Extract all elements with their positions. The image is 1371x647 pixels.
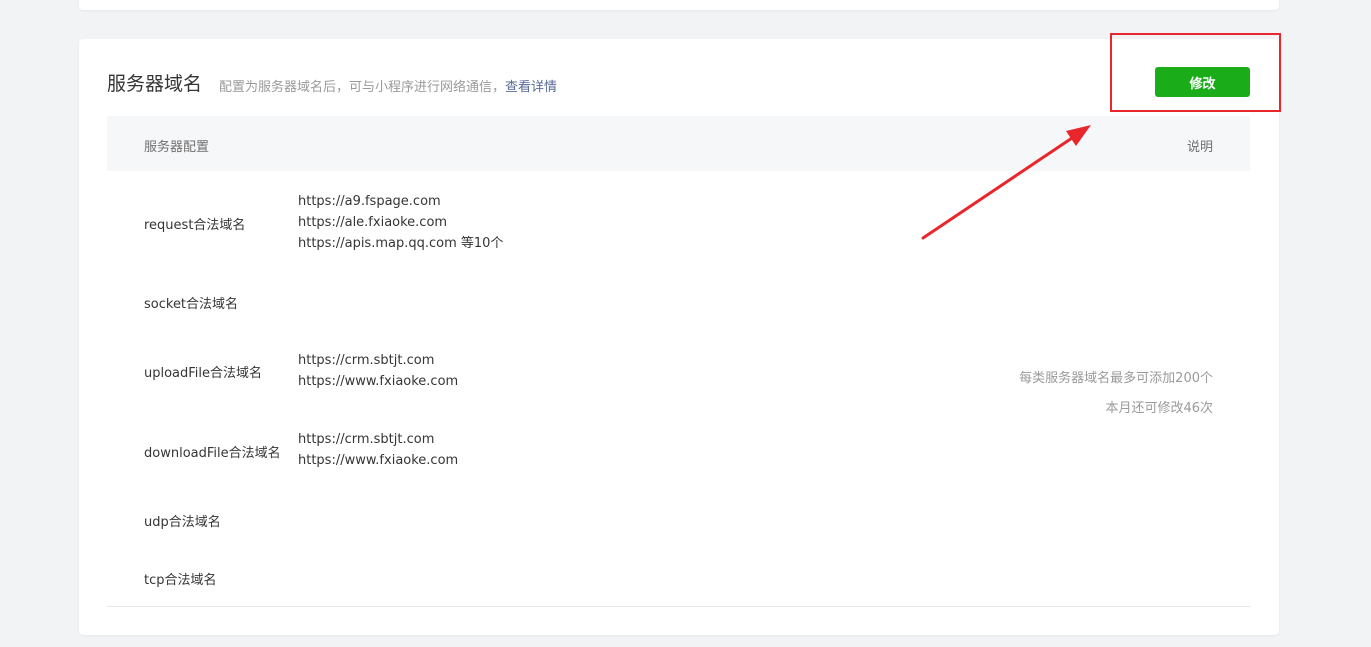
view-details-link[interactable]: 查看详情 — [505, 80, 557, 95]
table-bottom-divider — [107, 606, 1250, 607]
domain-value: https://ale.fxiaoke.com — [298, 215, 448, 230]
annotation-highlight-box — [1110, 33, 1281, 112]
column-header-config: 服务器配置 — [144, 140, 210, 155]
section-description: 配置为服务器域名后，可与小程序进行网络通信，查看详情 — [219, 76, 557, 95]
domain-value: https://crm.sbtjt.com — [298, 353, 435, 368]
notes-text: 每类服务器域名最多可添加200个 本月还可修改46次 — [1019, 364, 1213, 424]
row-label-downloadfile: downloadFile合法域名 — [144, 446, 281, 461]
note-limit: 每类服务器域名最多可添加200个 — [1019, 371, 1213, 386]
row-values-downloadfile: https://crm.sbtjt.com https://www.fxiaok… — [298, 429, 458, 471]
row-label-request: request合法域名 — [144, 218, 246, 233]
previous-section-card — [79, 0, 1279, 10]
section-title: 服务器域名 — [107, 73, 203, 95]
note-remaining: 本月还可修改46次 — [1105, 401, 1213, 416]
row-label-socket: socket合法域名 — [144, 297, 239, 312]
domain-value: https://www.fxiaoke.com — [298, 453, 459, 468]
server-domain-card: 服务器域名 配置为服务器域名后，可与小程序进行网络通信，查看详情 修改 服务器配… — [79, 39, 1279, 635]
row-label-tcp: tcp合法域名 — [144, 573, 217, 588]
row-values-request: https://a9.fspage.com https://ale.fxiaok… — [298, 191, 503, 254]
row-label-udp: udp合法域名 — [144, 515, 221, 530]
domain-value: https://apis.map.qq.com 等10个 — [298, 236, 504, 251]
table-header: 服务器配置 说明 — [107, 116, 1250, 171]
row-values-uploadfile: https://crm.sbtjt.com https://www.fxiaok… — [298, 350, 458, 392]
domain-value: https://a9.fspage.com — [298, 194, 441, 209]
row-label-uploadfile: uploadFile合法域名 — [144, 366, 263, 381]
domain-value: https://crm.sbtjt.com — [298, 432, 435, 447]
column-header-notes: 说明 — [1186, 140, 1213, 155]
domain-value: https://www.fxiaoke.com — [298, 374, 459, 389]
section-description-text: 配置为服务器域名后，可与小程序进行网络通信， — [219, 80, 506, 95]
